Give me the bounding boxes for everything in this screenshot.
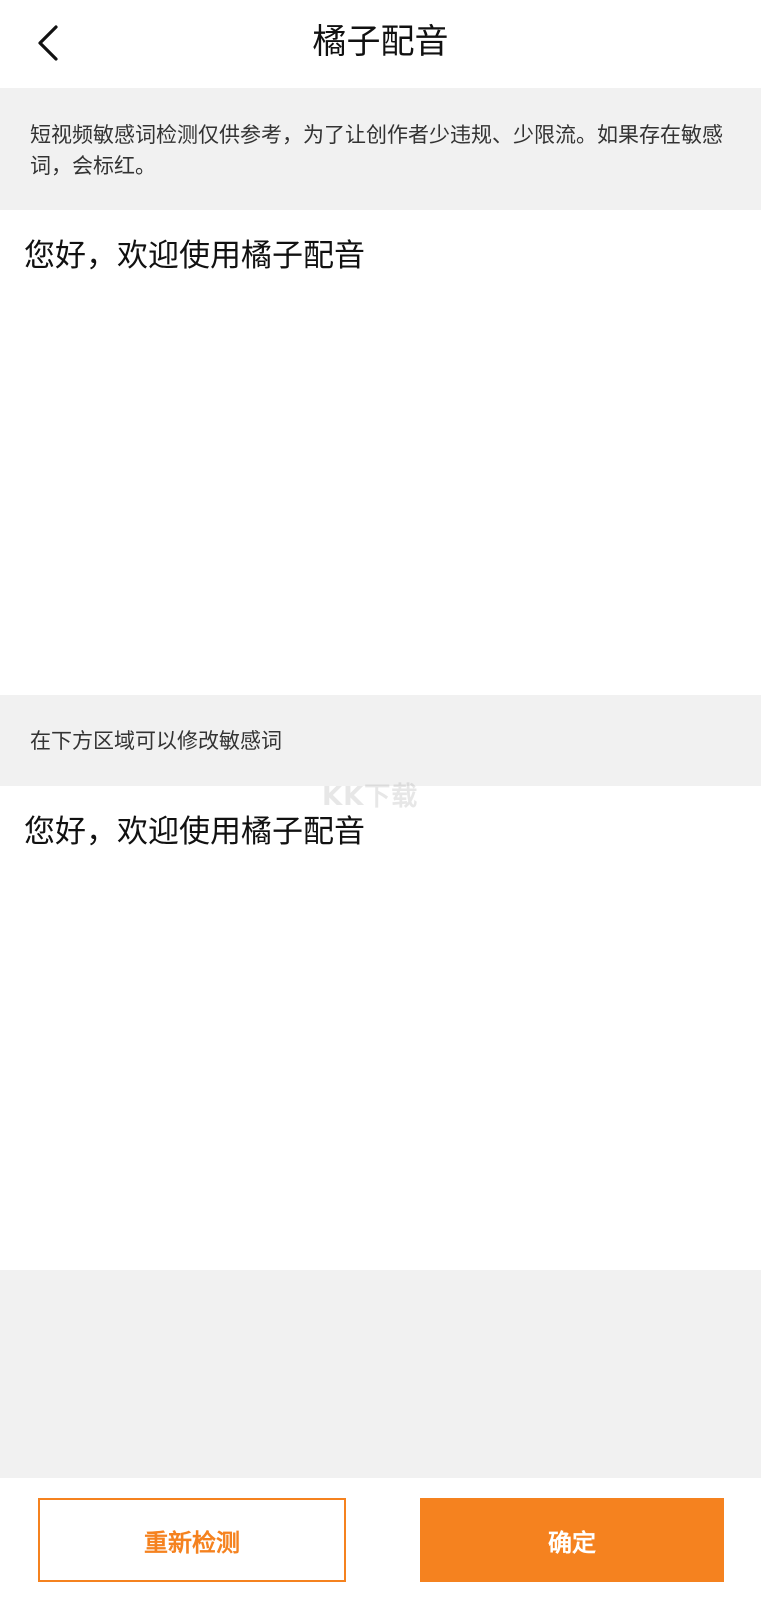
notice-banner: 短视频敏感词检测仅供参考，为了让创作者少违规、少限流。如果存在敏感词，会标红。	[0, 88, 761, 210]
edit-section-label: 在下方区域可以修改敏感词	[0, 695, 761, 786]
original-text-area: 您好，欢迎使用橘子配音	[0, 210, 761, 695]
edit-text-area[interactable]: 您好，欢迎使用橘子配音	[0, 786, 761, 1270]
confirm-button[interactable]: 确定	[420, 1498, 724, 1582]
empty-space	[0, 1270, 761, 1478]
recheck-button[interactable]: 重新检测	[38, 1498, 346, 1582]
header-bar: 橘子配音	[0, 0, 761, 88]
page-title: 橘子配音	[312, 22, 449, 62]
footer-bar: 重新检测 确定	[0, 1478, 761, 1600]
